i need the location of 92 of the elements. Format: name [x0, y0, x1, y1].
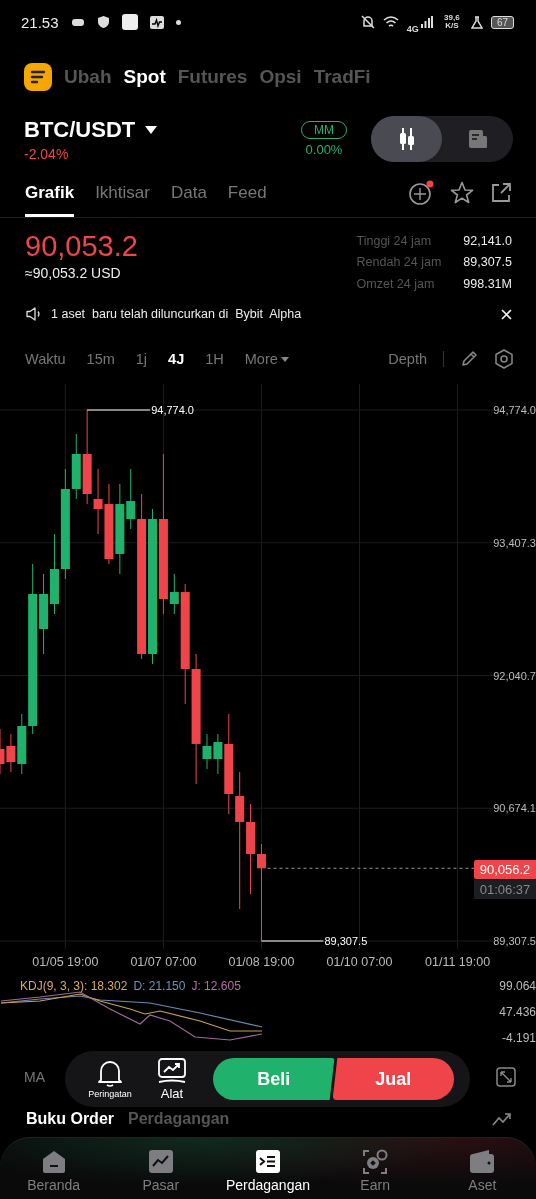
gamepad-icon — [70, 17, 85, 27]
settings-icon[interactable] — [494, 349, 514, 369]
order-tab[interactable]: Buku Order — [26, 1109, 114, 1128]
battery-icon: 67 — [490, 15, 514, 29]
countdown-tag: 01:06:37 — [474, 880, 536, 899]
fullscreen-icon[interactable] — [496, 1067, 516, 1087]
stat-label: Tinggi 24 jam — [356, 234, 433, 250]
caret-icon[interactable] — [145, 125, 158, 134]
interval-tab[interactable]: 1j — [135, 351, 148, 367]
network-label: 4G — [406, 24, 419, 34]
price-axis-label: 89,307.5 — [493, 935, 536, 947]
product-tab[interactable]: Futures — [177, 66, 248, 88]
indicator-axis-label: 99.064 — [499, 979, 536, 993]
chart-icon — [147, 1148, 174, 1175]
speed-label: 39,6 K/S — [443, 14, 461, 30]
activity-icon — [149, 15, 164, 29]
price-axis-label: 93,407.3 — [493, 536, 536, 549]
nav-item[interactable]: Aset — [432, 1148, 533, 1193]
pair-symbol[interactable]: BTC/USDT — [24, 116, 136, 143]
nav-item[interactable]: Earn — [325, 1148, 426, 1193]
interval-tab[interactable]: 1H — [205, 351, 224, 367]
kdj-k-value: KDJ(9, 3, 3): 18.302 — [20, 979, 128, 993]
time-axis-label: 01/10 07:00 — [326, 955, 393, 969]
indicator-axis-label: -4.191 — [501, 1031, 536, 1045]
depth-tab[interactable]: Depth — [388, 351, 427, 367]
trend-icon[interactable] — [492, 1112, 512, 1126]
toggle-option[interactable] — [371, 116, 442, 162]
interval-tab[interactable]: More — [244, 351, 289, 367]
speaker-icon — [26, 307, 42, 321]
menu-icon[interactable] — [24, 63, 52, 91]
buy-button[interactable]: Beli — [213, 1058, 335, 1100]
stat-value: 92,141.0 — [463, 234, 512, 250]
nav-item[interactable]: Beranda — [3, 1148, 104, 1193]
stat-label: Rendah 24 jam — [356, 255, 442, 272]
change-percent: -2.04% — [24, 145, 70, 162]
tool-label[interactable]: Alat — [160, 1085, 184, 1101]
price-axis-label: 94,774.0 — [493, 404, 536, 416]
product-tab[interactable]: Spot — [123, 66, 166, 88]
detail-tab[interactable]: Ikhtisar — [95, 168, 150, 217]
detail-tab[interactable]: Data — [170, 168, 207, 217]
dot-icon — [175, 19, 181, 25]
flask-icon — [470, 15, 483, 29]
bell-off-icon — [360, 15, 375, 29]
announcement-text[interactable]: 1 aset baru telah diluncurkan di Bybit Alpha — [51, 307, 492, 321]
stat-value: 998.31M — [463, 276, 512, 293]
kdj-j-value: J: 12.605 — [191, 979, 241, 993]
nav-item[interactable]: Pasar — [110, 1148, 211, 1193]
detail-tab[interactable]: Feed — [227, 168, 267, 217]
tool-label[interactable]: Peringatan — [88, 1089, 132, 1099]
product-tab[interactable]: Opsi — [259, 66, 302, 88]
kdj-d-value: D: 21.150 — [133, 979, 186, 993]
sell-button[interactable]: Jual — [332, 1058, 454, 1100]
coins-icon — [362, 1148, 389, 1175]
signal-icon — [420, 16, 433, 28]
pencil-icon[interactable] — [460, 350, 478, 368]
clock: 21.53 — [21, 13, 59, 31]
caret-icon — [280, 356, 289, 362]
indicator-axis-label: 47.436 — [499, 1005, 536, 1019]
indicator-label[interactable]: MA — [24, 1069, 45, 1085]
wallet-icon — [469, 1148, 496, 1175]
time-axis-label: 01/08 19:00 — [228, 955, 295, 969]
bell-icon[interactable] — [97, 1059, 123, 1087]
chart-icon[interactable] — [158, 1057, 186, 1084]
mm-rate: 0.00% — [305, 142, 343, 157]
time-axis-label: 01/05 19:00 — [32, 955, 99, 969]
time-axis-label: 01/11 19:00 — [425, 955, 491, 969]
product-tab[interactable]: Ubah — [64, 66, 112, 88]
stat-label: Omzet 24 jam — [356, 276, 436, 293]
view-toggle[interactable] — [371, 116, 513, 162]
document-icon — [467, 129, 488, 149]
last-price-tag: 90,056.2 — [474, 860, 536, 879]
stat-value: 89,307.5 — [463, 255, 512, 272]
time-axis-label: 01/07 07:00 — [130, 955, 197, 969]
share-icon[interactable] — [490, 181, 512, 204]
shield-icon — [96, 15, 110, 29]
interval-tab[interactable]: 4J — [168, 351, 185, 367]
usd-price: ≈90,053.2 USD — [25, 265, 122, 281]
price-axis-label: 90,674.1 — [493, 802, 536, 815]
product-tab[interactable]: TradFi — [313, 66, 371, 88]
wifi-icon — [382, 16, 399, 28]
nav-item[interactable]: Perdagangan — [217, 1148, 318, 1193]
last-price: 90,053.2 — [25, 230, 138, 263]
home-icon — [40, 1148, 67, 1175]
price-axis-label: 92,040.7 — [493, 669, 536, 682]
close-icon[interactable] — [501, 308, 512, 320]
detail-tab[interactable]: Grafik — [25, 168, 75, 217]
star-icon[interactable] — [450, 181, 474, 204]
square-icon — [121, 14, 138, 30]
terminal-icon — [254, 1148, 281, 1175]
interval-tab[interactable]: Waktu — [25, 351, 66, 367]
order-tab[interactable]: Perdagangan — [128, 1109, 230, 1128]
interval-tab[interactable]: 15m — [86, 351, 115, 367]
